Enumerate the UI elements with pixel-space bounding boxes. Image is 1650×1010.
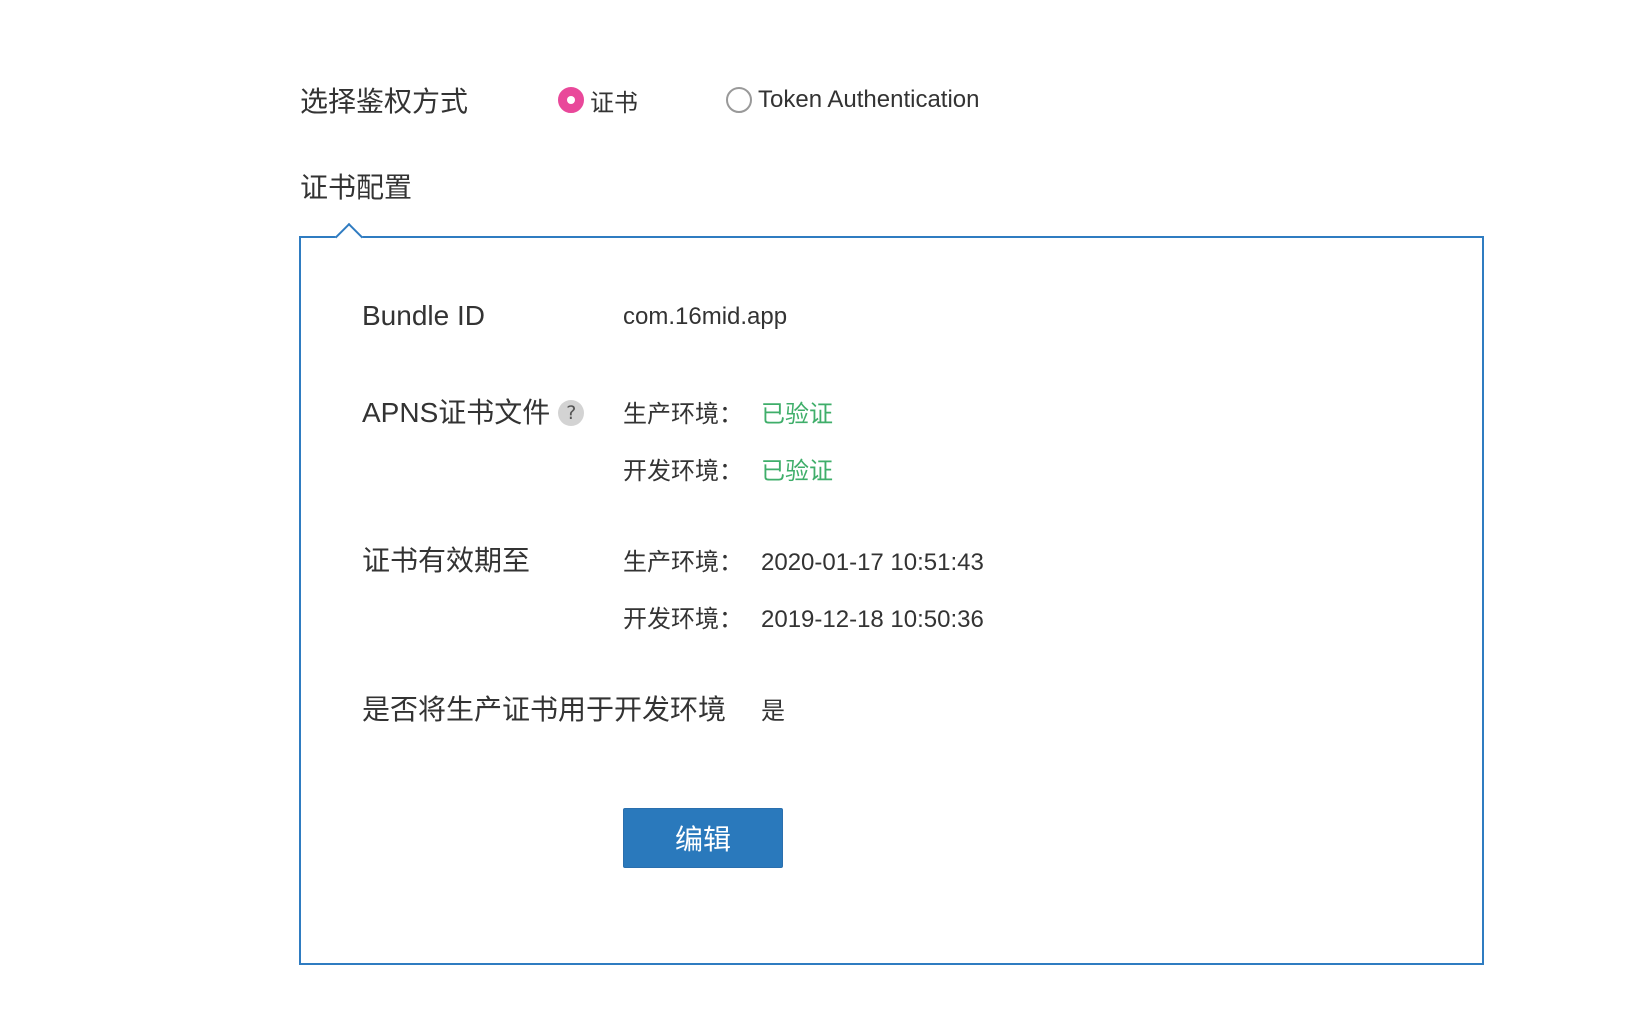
apns-development-row: 开发环境： 已验证 [623,451,833,486]
section-title: 证书配置 [300,172,413,203]
apns-production-env-label: 生产环境： [623,401,743,428]
edit-button[interactable]: 编辑 [623,808,783,868]
auth-option-certificate[interactable]: 证书 [558,83,638,118]
validity-production-row: 生产环境： 2020-01-17 10:51:43 [623,542,984,577]
apns-production-status: 已验证 [761,401,833,428]
auth-option-token[interactable]: Token Authentication [726,86,980,114]
auth-option-token-label[interactable]: Token Authentication [758,86,980,114]
validity-production-date: 2020-01-17 10:51:43 [761,549,984,576]
auth-option-certificate-label[interactable]: 证书 [590,83,638,118]
auth-method-row: 选择鉴权方式 证书 Token Authentication [300,72,1068,128]
apns-cert-label: APNS证书文件? [362,391,585,431]
validity-development-date: 2019-12-18 10:50:36 [761,606,984,633]
radio-unchecked-icon[interactable] [726,87,752,113]
validity-development-row: 开发环境： 2019-12-18 10:50:36 [623,599,984,634]
apns-development-status: 已验证 [761,458,833,485]
help-icon[interactable]: ? [558,399,585,426]
apns-cert-label-text: APNS证书文件 [362,397,551,428]
use-prod-for-dev-label: 是否将生产证书用于开发环境 [362,694,727,725]
validity-development-env-label: 开发环境： [623,606,743,633]
apns-development-env-label: 开发环境： [623,458,743,485]
cert-validity-label: 证书有效期至 [362,545,531,576]
auth-method-label: 选择鉴权方式 [300,86,469,117]
validity-production-env-label: 生产环境： [623,549,743,576]
bundle-id-value: com.16mid.app [623,303,788,330]
use-prod-for-dev-value: 是 [761,698,785,725]
bundle-id-label: Bundle ID [362,300,485,331]
radio-checked-icon[interactable] [558,87,584,113]
certificate-config-panel: Bundle ID com.16mid.app APNS证书文件? 生产环境： 已… [299,222,1484,965]
panel-pointer-arrow [334,222,364,252]
apns-production-row: 生产环境： 已验证 [623,394,833,429]
